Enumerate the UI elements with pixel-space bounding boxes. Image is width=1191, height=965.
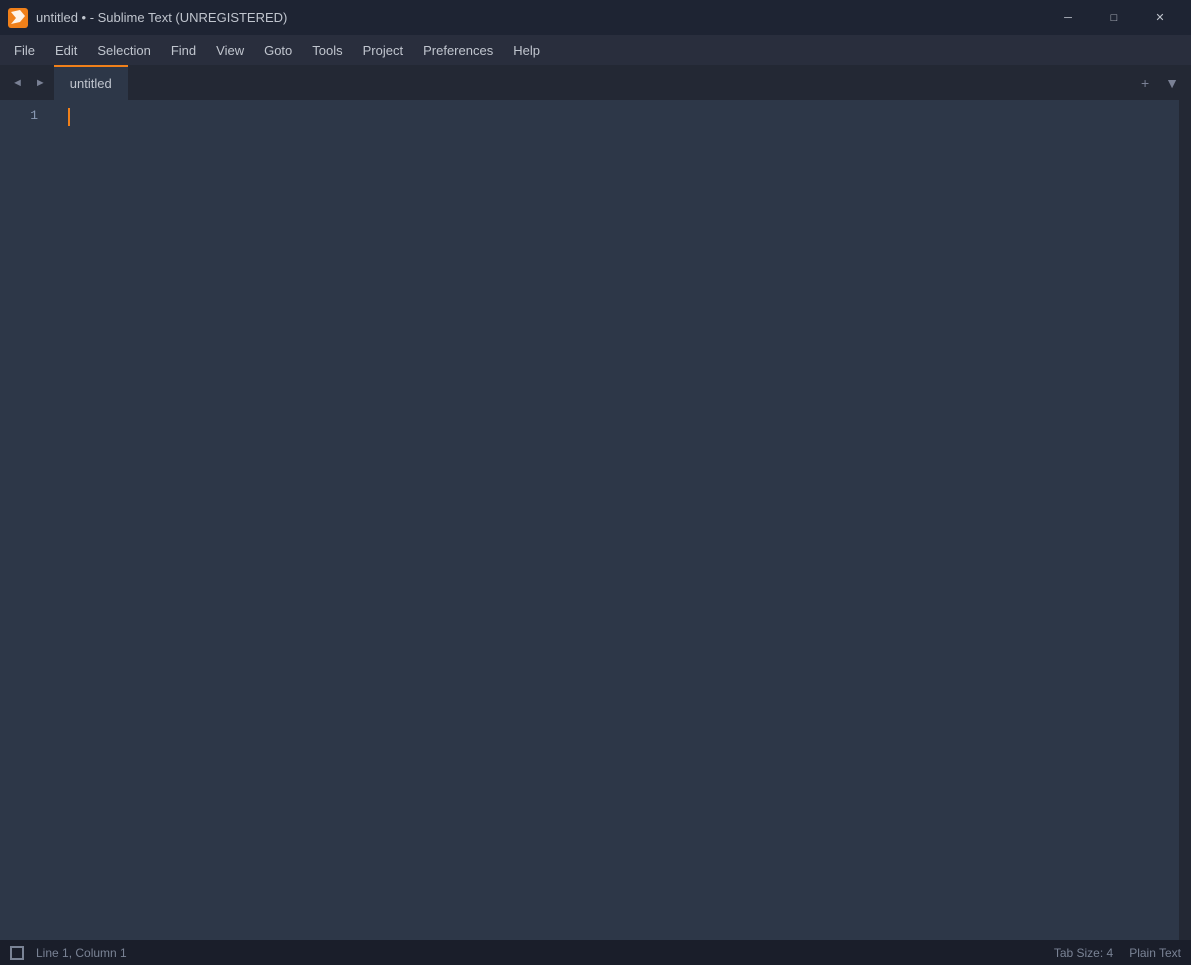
tab-nav-next[interactable]: ► xyxy=(31,75,50,91)
editor-area: 1 xyxy=(0,100,1191,940)
app-icon xyxy=(8,8,28,28)
menu-preferences[interactable]: Preferences xyxy=(413,35,503,65)
menu-find[interactable]: Find xyxy=(161,35,206,65)
syntax-label[interactable]: Plain Text xyxy=(1129,946,1181,960)
menu-goto[interactable]: Goto xyxy=(254,35,302,65)
title-bar-left: untitled • - Sublime Text (UNREGISTERED) xyxy=(8,8,287,28)
status-icon xyxy=(10,946,24,960)
tab-bar-left: ◄ ► untitled xyxy=(8,65,128,100)
maximize-button[interactable]: □ xyxy=(1091,0,1137,35)
tab-size[interactable]: Tab Size: 4 xyxy=(1054,946,1113,960)
tab-bar-right: + ▼ xyxy=(1137,73,1183,93)
editor-content[interactable] xyxy=(60,100,1179,940)
text-cursor xyxy=(68,108,70,126)
menu-edit[interactable]: Edit xyxy=(45,35,87,65)
status-bar-left: Line 1, Column 1 xyxy=(10,946,127,960)
tab-dropdown-button[interactable]: ▼ xyxy=(1161,73,1183,93)
window-controls: ─ □ ✕ xyxy=(1045,0,1183,35)
tab-bar: ◄ ► untitled + ▼ xyxy=(0,65,1191,100)
menu-help[interactable]: Help xyxy=(503,35,550,65)
close-button[interactable]: ✕ xyxy=(1137,0,1183,35)
minimize-button[interactable]: ─ xyxy=(1045,0,1091,35)
line-numbers: 1 xyxy=(0,100,60,940)
line-number-1: 1 xyxy=(0,106,48,127)
cursor-position[interactable]: Line 1, Column 1 xyxy=(36,946,127,960)
menu-bar: File Edit Selection Find View Goto Tools… xyxy=(0,35,1191,65)
status-bar: Line 1, Column 1 Tab Size: 4 Plain Text xyxy=(0,940,1191,965)
title-bar: untitled • - Sublime Text (UNREGISTERED)… xyxy=(0,0,1191,35)
scrollbar-vertical[interactable] xyxy=(1179,100,1191,940)
menu-tools[interactable]: Tools xyxy=(302,35,352,65)
tab-untitled[interactable]: untitled xyxy=(54,65,128,100)
editor-line-1 xyxy=(68,106,1171,127)
window-title: untitled • - Sublime Text (UNREGISTERED) xyxy=(36,10,287,25)
menu-selection[interactable]: Selection xyxy=(87,35,160,65)
menu-project[interactable]: Project xyxy=(353,35,413,65)
menu-file[interactable]: File xyxy=(4,35,45,65)
tab-nav-prev[interactable]: ◄ xyxy=(8,75,27,91)
new-tab-button[interactable]: + xyxy=(1137,73,1153,93)
menu-view[interactable]: View xyxy=(206,35,254,65)
status-bar-right: Tab Size: 4 Plain Text xyxy=(1054,946,1181,960)
